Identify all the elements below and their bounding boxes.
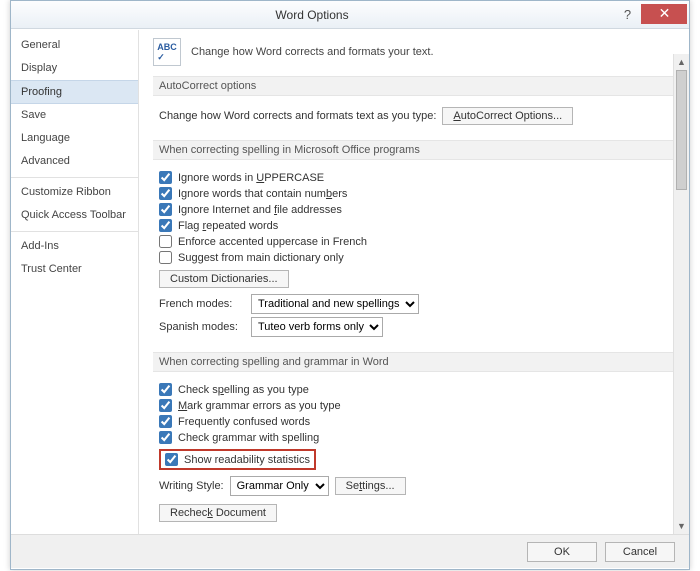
- checkbox-suggest-main-dict[interactable]: Suggest from main dictionary only: [159, 251, 344, 264]
- cancel-button[interactable]: Cancel: [605, 542, 675, 562]
- french-modes-select[interactable]: Traditional and new spellings: [251, 294, 419, 314]
- checkbox-flag-repeated[interactable]: Flag repeated words: [159, 219, 278, 232]
- custom-dictionaries-button[interactable]: Custom Dictionaries...: [159, 270, 289, 288]
- sidebar-item-addins[interactable]: Add-Ins: [11, 231, 138, 258]
- settings-button[interactable]: Settings...: [335, 477, 406, 495]
- sidebar-item-language[interactable]: Language: [11, 127, 138, 150]
- autocorrect-desc: Change how Word corrects and formats tex…: [159, 110, 436, 122]
- scroll-down-icon[interactable]: ▼: [674, 518, 689, 534]
- dialog-body: General Display Proofing Save Language A…: [11, 29, 689, 534]
- checkbox-frequently-confused[interactable]: Frequently confused words: [159, 415, 310, 428]
- recheck-document-button[interactable]: Recheck Document: [159, 504, 277, 522]
- french-modes-label: French modes:: [159, 298, 245, 310]
- writing-style-label: Writing Style:: [159, 480, 224, 492]
- checkbox-ignore-numbers[interactable]: Ignore words that contain numbers: [159, 187, 347, 200]
- sidebar-item-quick-access[interactable]: Quick Access Toolbar: [11, 204, 138, 227]
- sidebar-item-trust-center[interactable]: Trust Center: [11, 258, 138, 281]
- window-controls: ? ✕: [613, 4, 689, 26]
- checkbox-ignore-internet[interactable]: Ignore Internet and file addresses: [159, 203, 342, 216]
- vertical-scrollbar[interactable]: ▲ ▼: [673, 54, 689, 534]
- checkbox-enforce-accented[interactable]: Enforce accented uppercase in French: [159, 235, 367, 248]
- checkbox-check-grammar-spelling[interactable]: Check grammar with spelling: [159, 431, 319, 444]
- proofing-icon: ABC✓: [153, 38, 181, 66]
- checkbox-ignore-uppercase[interactable]: Ignore words in UPPERCASE: [159, 171, 324, 184]
- window-title: Word Options: [11, 8, 613, 22]
- intro-row: ABC✓ Change how Word corrects and format…: [153, 38, 675, 66]
- ok-button[interactable]: OK: [527, 542, 597, 562]
- scroll-up-icon[interactable]: ▲: [674, 54, 689, 70]
- word-options-dialog: Word Options ? ✕ General Display Proofin…: [10, 0, 690, 570]
- writing-style-select[interactable]: Grammar Only: [230, 476, 329, 496]
- sidebar-item-save[interactable]: Save: [11, 104, 138, 127]
- highlight-readability: Show readability statistics: [159, 449, 316, 470]
- sidebar-item-proofing[interactable]: Proofing: [11, 80, 138, 104]
- help-button[interactable]: ?: [613, 4, 641, 26]
- section-office-title: When correcting spelling in Microsoft Of…: [153, 140, 675, 160]
- sidebar-item-customize-ribbon[interactable]: Customize Ribbon: [11, 177, 138, 204]
- close-button[interactable]: ✕: [641, 4, 687, 24]
- main-panel: ABC✓ Change how Word corrects and format…: [139, 30, 689, 534]
- autocorrect-options-button[interactable]: AutoCorrect Options...: [442, 107, 573, 125]
- spanish-modes-label: Spanish modes:: [159, 321, 245, 333]
- section-word-title: When correcting spelling and grammar in …: [153, 352, 675, 372]
- checkbox-check-spelling-type[interactable]: Check spelling as you type: [159, 383, 309, 396]
- spanish-modes-select[interactable]: Tuteo verb forms only: [251, 317, 383, 337]
- titlebar: Word Options ? ✕: [11, 1, 689, 29]
- scroll-thumb[interactable]: [676, 70, 687, 190]
- sidebar: General Display Proofing Save Language A…: [11, 30, 139, 534]
- intro-text: Change how Word corrects and formats you…: [191, 46, 434, 58]
- sidebar-item-advanced[interactable]: Advanced: [11, 150, 138, 173]
- dialog-footer: OK Cancel: [11, 534, 689, 568]
- sidebar-item-display[interactable]: Display: [11, 57, 138, 80]
- section-autocorrect-title: AutoCorrect options: [153, 76, 675, 96]
- checkbox-mark-grammar-type[interactable]: Mark grammar errors as you type: [159, 399, 341, 412]
- checkbox-show-readability[interactable]: Show readability statistics: [165, 453, 310, 466]
- sidebar-item-general[interactable]: General: [11, 34, 138, 57]
